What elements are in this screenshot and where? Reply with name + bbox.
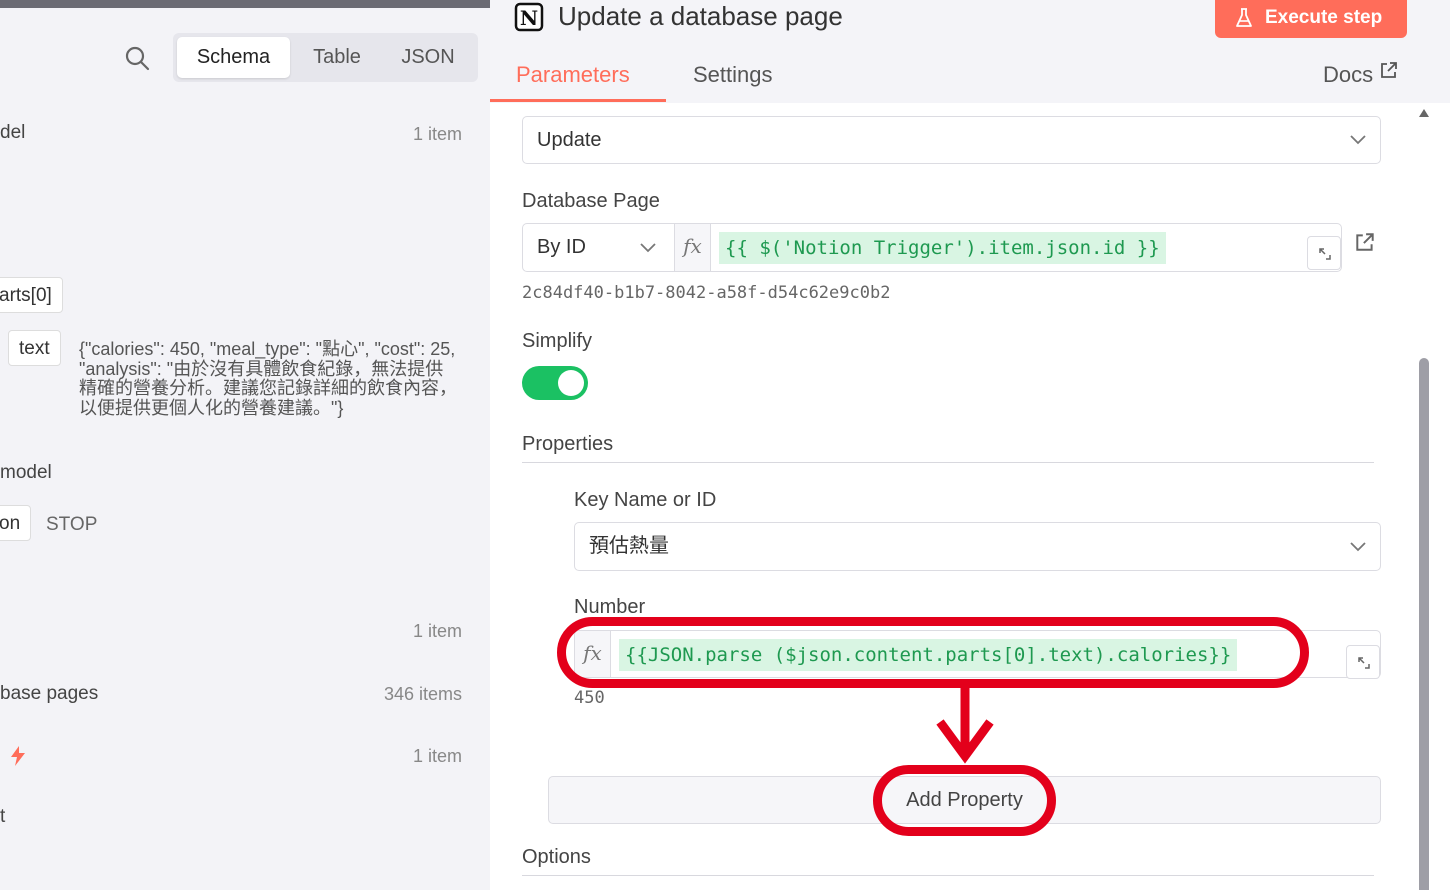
expand-icon [1319, 248, 1331, 260]
key-name-value: 預估熱量 [589, 535, 669, 557]
tab-json[interactable]: JSON [383, 37, 473, 78]
schema-row-label: model [0, 462, 52, 483]
execute-step-button[interactable]: Execute step [1215, 0, 1407, 38]
mode-value: By ID [537, 236, 586, 258]
schema-row-label: t [0, 806, 6, 827]
tab-table[interactable]: Table [295, 37, 379, 78]
svg-text:N: N [520, 6, 538, 30]
properties-label: Properties [522, 433, 614, 455]
schema-row-count: 1 item [412, 621, 462, 641]
schema-key-pill[interactable]: arts[0] [0, 277, 63, 313]
key-name-select[interactable]: 預估熱量 [574, 522, 1381, 571]
database-page-input: By ID fx {{ $('Notion Trigger').item.jso… [522, 223, 1342, 272]
fx-icon: fx [675, 224, 711, 271]
expand-expression-button[interactable] [1346, 645, 1380, 679]
number-label: Number [574, 596, 646, 618]
scroll-up-icon[interactable] [1419, 109, 1429, 117]
schema-row-count: 1 item [412, 746, 462, 766]
highlight-annotation [873, 765, 1056, 836]
schema-row-label: del [0, 122, 26, 143]
external-link-icon [1381, 62, 1398, 78]
notion-icon: N [514, 2, 544, 32]
docs-label: Docs [1323, 62, 1374, 87]
schema-key-pill[interactable]: on [0, 505, 32, 541]
schema-key-pill[interactable]: text [8, 330, 61, 366]
chevron-down-icon [640, 242, 656, 252]
simplify-toggle[interactable] [522, 366, 588, 400]
active-tab-indicator [490, 99, 666, 102]
schema-row-count: 346 items [383, 684, 462, 704]
scrollbar[interactable] [1417, 103, 1431, 890]
scrollbar-thumb[interactable] [1419, 358, 1429, 890]
chevron-down-icon [1350, 541, 1366, 551]
chevron-down-icon [1350, 135, 1366, 145]
schema-row-value: STOP [46, 514, 98, 535]
panel-top-bar [0, 0, 490, 8]
number-resolved: 450 [574, 688, 605, 708]
database-page-resolved: 2c84df40-b1b7-8042-a58f-d54c62e9c0b2 [522, 283, 891, 303]
schema-text-value: {"calories": 450, "meal_type": "點心", "co… [79, 339, 457, 418]
simplify-label: Simplify [522, 330, 593, 352]
schema-row-label: base pages [0, 683, 99, 704]
database-page-label: Database Page [522, 190, 660, 212]
node-header: N Update a database page Execute step Pa… [490, 0, 1450, 103]
flask-icon [1236, 8, 1252, 27]
output-panel: Schema Table JSON del 1 item arts[0] tex… [0, 0, 490, 890]
section-divider [522, 875, 1374, 876]
section-divider [522, 462, 1374, 463]
tab-settings[interactable]: Settings [693, 58, 773, 98]
database-page-expression[interactable]: {{ $('Notion Trigger').item.json.id }} [719, 232, 1166, 264]
expand-icon [1358, 657, 1370, 669]
node-parameters-panel: N Update a database page Execute step Pa… [490, 0, 1450, 890]
toggle-knob [558, 370, 584, 396]
search-icon[interactable] [124, 45, 150, 71]
expand-expression-button[interactable] [1307, 236, 1341, 270]
lightning-icon [11, 746, 25, 766]
docs-link[interactable]: Docs [1323, 58, 1399, 92]
resource-locator-mode-select[interactable]: By ID [523, 224, 675, 271]
key-name-label: Key Name or ID [574, 489, 717, 511]
node-title: Update a database page [558, 1, 843, 31]
highlight-annotation [557, 617, 1309, 688]
view-mode-switch: Schema Table JSON [173, 33, 478, 82]
options-label: Options [522, 846, 591, 868]
operation-select[interactable]: Update [522, 116, 1381, 164]
schema-row-count: 1 item [412, 124, 462, 144]
operation-value: Update [537, 129, 602, 151]
tab-schema[interactable]: Schema [177, 37, 290, 78]
external-link-icon[interactable] [1354, 231, 1376, 253]
execute-step-label: Execute step [1265, 7, 1383, 28]
tab-parameters[interactable]: Parameters [516, 58, 630, 98]
